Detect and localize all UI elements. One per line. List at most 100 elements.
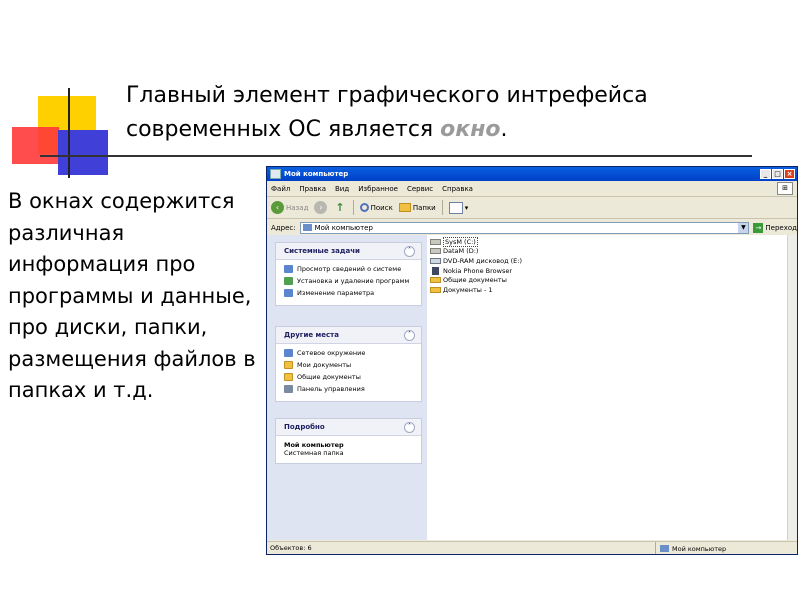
control-panel-icon [284, 385, 293, 393]
search-button[interactable]: Поиск [359, 203, 393, 212]
drive-icon [430, 248, 441, 255]
search-label: Поиск [370, 203, 393, 212]
task-label: Просмотр сведений о системе [297, 265, 402, 273]
toolbar: ‹ Назад › ↑ Поиск Папки ▾ [267, 197, 797, 219]
address-dropdown-icon[interactable]: ▼ [738, 222, 749, 233]
details-header[interactable]: Подробно ˄ [276, 419, 421, 436]
file-label: SysM (C:) [443, 236, 478, 247]
my-documents-icon [284, 361, 293, 369]
side-description: В окнах содержится различная информация … [8, 189, 256, 402]
forward-button[interactable]: › [314, 201, 329, 214]
file-label: Документы - 1 [443, 285, 493, 294]
decor-blue-square [58, 130, 108, 175]
decor-red-square [12, 127, 59, 164]
content-area: Системные задачи ˄ Просмотр сведений о с… [267, 235, 797, 540]
go-button[interactable]: → Переход [753, 222, 797, 233]
toolbar-separator [441, 200, 443, 215]
place-shared-documents[interactable]: Общие документы [284, 373, 417, 381]
chevron-down-icon: ▾ [464, 203, 469, 212]
up-button[interactable]: ↑ [335, 201, 346, 214]
forward-arrow-icon: › [314, 201, 328, 214]
task-change-setting[interactable]: Изменение параметра [284, 289, 417, 297]
title-underline [40, 155, 752, 157]
maximize-button[interactable]: □ [772, 169, 783, 179]
place-label: Мои документы [297, 361, 352, 369]
file-item-nokia[interactable]: Nokia Phone Browser [430, 266, 630, 276]
task-system-info[interactable]: Просмотр сведений о системе [284, 265, 417, 273]
network-icon [284, 349, 293, 357]
minimize-button[interactable]: _ [760, 169, 771, 179]
status-bar: Объектов: 6 Мой компьютер [267, 541, 797, 554]
computer-icon [302, 224, 312, 231]
back-arrow-icon: ‹ [271, 201, 284, 214]
file-item-documents-1[interactable]: Документы - 1 [430, 285, 630, 295]
menu-view[interactable]: Вид [335, 185, 349, 193]
task-label: Изменение параметра [297, 289, 375, 297]
collapse-icon[interactable]: ˄ [404, 329, 415, 341]
status-object-count: Объектов: 6 [267, 542, 656, 554]
system-info-icon [284, 265, 293, 273]
go-label: Переход [765, 223, 797, 232]
title-line-1: Главный элемент графического интрефейса [126, 83, 648, 108]
status-location-label: Мой компьютер [672, 544, 727, 553]
place-control-panel[interactable]: Панель управления [284, 385, 417, 393]
address-value: Мой компьютер [314, 223, 373, 232]
place-label: Сетевое окружение [297, 349, 366, 357]
window-titlebar[interactable]: Мой компьютер _ □ × [267, 167, 797, 181]
status-location: Мой компьютер [656, 545, 726, 553]
vertical-scrollbar[interactable] [787, 235, 797, 540]
folders-button[interactable]: Папки [398, 203, 436, 212]
details-type: Системная папка [284, 449, 344, 457]
file-list: SysM (C:) DataM (D:) DVD-RAM дисковод (E… [430, 236, 630, 295]
file-item-shared-docs[interactable]: Общие документы [430, 275, 630, 285]
back-label: Назад [286, 203, 309, 212]
address-label: Адрес: [271, 223, 296, 232]
collapse-icon[interactable]: ˄ [404, 421, 415, 433]
menu-help[interactable]: Справка [442, 185, 473, 193]
computer-icon [270, 169, 281, 179]
views-button[interactable]: ▾ [448, 201, 469, 214]
back-button[interactable]: ‹ Назад [271, 201, 308, 214]
title-emphasis: окно [440, 117, 501, 142]
close-button[interactable]: × [784, 169, 795, 179]
system-tasks-header[interactable]: Системные задачи ˄ [276, 243, 421, 260]
menu-edit[interactable]: Правка [299, 185, 326, 193]
menu-favorites[interactable]: Избранное [358, 185, 398, 193]
task-add-remove-programs[interactable]: Установка и удаление программ [284, 277, 417, 285]
place-label: Панель управления [297, 385, 365, 393]
computer-icon [660, 545, 669, 552]
address-input[interactable]: Мой компьютер ▼ [299, 221, 750, 234]
file-item-dvd-e[interactable]: DVD-RAM дисковод (E:) [430, 256, 630, 266]
menu-file[interactable]: Файл [271, 185, 290, 193]
folder-icon [430, 277, 441, 284]
menu-tools[interactable]: Сервис [407, 185, 433, 193]
explorer-window: Мой компьютер _ □ × Файл Правка Вид Избр… [266, 166, 798, 555]
details-panel: Подробно ˄ Мой компьютер Системная папка [275, 418, 422, 464]
control-panel-icon [284, 289, 293, 297]
toolbar-separator [352, 200, 354, 215]
menu-bar: Файл Правка Вид Избранное Сервис Справка… [267, 181, 797, 197]
folders-icon [398, 203, 411, 212]
other-places-header[interactable]: Другие места ˄ [276, 327, 421, 344]
phone-icon [432, 266, 439, 275]
slide-title: Главный элемент графического интрефейса … [126, 79, 726, 147]
task-pane: Системные задачи ˄ Просмотр сведений о с… [267, 235, 427, 540]
windows-flag-icon: ⊞ [777, 182, 793, 195]
place-my-documents[interactable]: Мои документы [284, 361, 417, 369]
file-label: DVD-RAM дисковод (E:) [443, 256, 522, 265]
file-label: Nokia Phone Browser [443, 266, 512, 275]
file-label: Общие документы [443, 276, 507, 285]
window-controls: _ □ × [760, 169, 795, 179]
collapse-icon[interactable]: ˄ [404, 245, 415, 257]
title-period: . [500, 117, 508, 142]
file-item-drive-d[interactable]: DataM (D:) [430, 247, 630, 257]
folders-label: Папки [412, 203, 436, 212]
window-title: Мой компьютер [284, 170, 349, 178]
task-label: Установка и удаление программ [297, 277, 410, 285]
place-network[interactable]: Сетевое окружение [284, 349, 417, 357]
file-item-drive-c[interactable]: SysM (C:) [430, 236, 630, 247]
details-title: Подробно [284, 423, 325, 431]
decor-vertical-line [68, 88, 70, 178]
add-remove-icon [284, 277, 293, 285]
folder-icon [284, 373, 293, 381]
